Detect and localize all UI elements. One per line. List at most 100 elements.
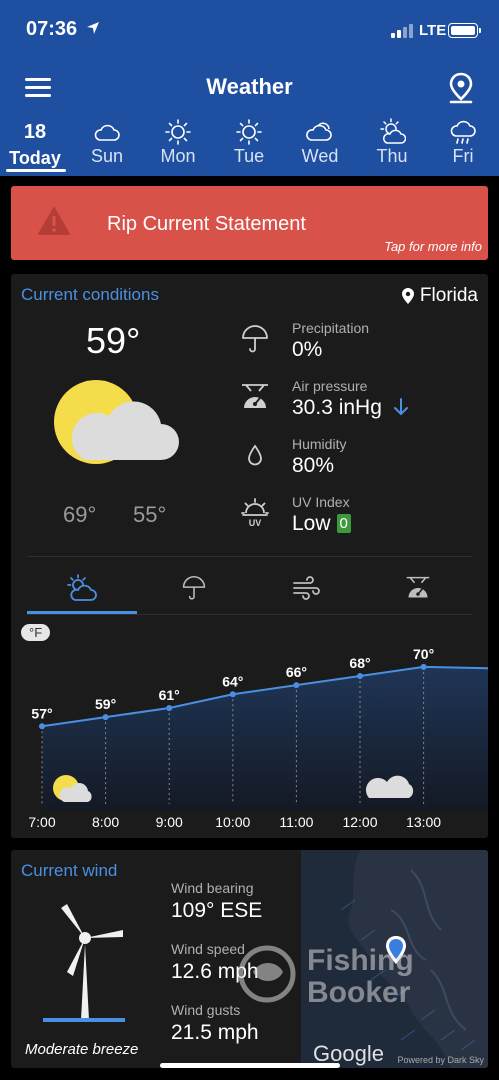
- divider: [27, 614, 472, 615]
- water-drop-icon: [248, 444, 262, 466]
- day-label: Sun: [90, 146, 124, 166]
- battery-icon: [448, 23, 481, 38]
- high-temperature: 69°: [63, 502, 97, 527]
- sun-icon: [165, 119, 191, 145]
- temperature-chart: 57° 7:00 59° 8:00 61° 9:00 64° 10:00 66° 11:00 68°…: [28, 646, 488, 830]
- watermark-line-1: Fishing: [307, 944, 414, 977]
- day-tab-mon[interactable]: Mon: [145, 116, 211, 172]
- chart-tick-label: 8:00: [92, 814, 119, 830]
- location[interactable]: Florida: [401, 285, 478, 307]
- tab-precipitation[interactable]: [139, 566, 249, 610]
- rain-icon: [450, 120, 476, 144]
- day-tab-tue[interactable]: Tue: [216, 116, 282, 172]
- metric-label: UV Index: [292, 494, 350, 510]
- rip-current-alert[interactable]: Rip Current Statement Tap for more info: [11, 186, 488, 260]
- humidity-metric: Humidity 80%: [240, 436, 480, 488]
- metric-label: Precipitation: [292, 320, 370, 336]
- day-date: 18: [23, 121, 47, 143]
- chart-point: [420, 663, 427, 670]
- wind-bearing: Wind bearing 109° ESE: [171, 880, 262, 923]
- partly-sunny-icon: [380, 118, 406, 144]
- alert-hint: Tap for more info: [384, 239, 482, 254]
- day-label: Today: [9, 148, 61, 168]
- low-temperature: 55°: [133, 502, 167, 527]
- chart-data-label: 59°: [95, 696, 116, 712]
- chart-tick-label: 7:00: [28, 814, 55, 830]
- tab-wind[interactable]: [251, 566, 361, 610]
- day-tab-fri[interactable]: Fri: [430, 116, 496, 172]
- app-header: 07:36 LTE Weather 18 Today Sun Mon Tue W…: [0, 0, 499, 176]
- day-tab-thu[interactable]: Thu: [359, 116, 425, 172]
- metric-label: Humidity: [292, 436, 347, 452]
- barometer-icon: [406, 576, 430, 598]
- chart-area: [42, 666, 488, 810]
- chart-data-label: 66°: [286, 664, 307, 680]
- location-arrow-icon: [87, 22, 99, 34]
- day-tab-today[interactable]: 18 Today: [2, 116, 68, 172]
- day-label: Thu: [376, 146, 408, 166]
- section-title: Current wind: [21, 861, 118, 880]
- uv-sun-icon: UV: [241, 498, 269, 528]
- barometer-icon: [242, 384, 268, 408]
- metric-label: Air pressure: [292, 378, 368, 394]
- signal-icon: [391, 24, 415, 38]
- current-wind-card: Current wind Moderate breeze Wind bearin…: [11, 850, 488, 1068]
- arrow-down-icon: [393, 398, 408, 416]
- chart-data-label: 64°: [222, 673, 243, 689]
- wind-turbine-icon: [43, 904, 125, 1022]
- metric-value: 109° ESE: [171, 899, 263, 922]
- chart-tick-label: 13:00: [406, 814, 441, 830]
- current-conditions-card: Current conditions Florida 59° 69° 55° P…: [11, 274, 488, 838]
- chart-tick-label: 12:00: [342, 814, 377, 830]
- location-pin-icon: [401, 288, 414, 304]
- darksky-credit: Powered by Dark Sky: [397, 1055, 484, 1065]
- svg-text:UV: UV: [249, 518, 262, 528]
- page-title: Weather: [206, 74, 293, 99]
- metric-value: Low 0: [292, 512, 351, 536]
- wind-icon: [293, 576, 320, 600]
- current-temperature: 59°: [86, 320, 141, 361]
- sun-icon: [236, 119, 262, 145]
- metric-value: 30.3 inHg: [292, 396, 408, 420]
- partly-sunny-icon: [67, 574, 97, 601]
- uv-badge: 0: [336, 514, 351, 533]
- home-indicator: [160, 1063, 340, 1068]
- chart-point: [166, 705, 173, 711]
- day-label: Tue: [233, 146, 265, 166]
- chart-data-label: 61°: [159, 687, 180, 703]
- day-tab-sun[interactable]: Sun: [74, 116, 140, 172]
- day-label: Wed: [301, 146, 339, 166]
- status-bar: 07:36 LTE: [0, 0, 499, 58]
- watermark-line-2: Booker: [307, 976, 411, 1009]
- chart-tick-label: 9:00: [156, 814, 183, 830]
- location-pin-icon[interactable]: [448, 72, 474, 104]
- chart-point: [357, 673, 363, 679]
- day-tabs: 18 Today Sun Mon Tue Wed Thu Fri: [0, 116, 499, 174]
- alert-title: Rip Current Statement: [107, 213, 306, 235]
- precipitation-metric: Precipitation 0%: [240, 320, 480, 372]
- chart-data-label: 70°: [413, 646, 434, 662]
- network-type: LTE: [419, 22, 447, 39]
- wind-description: Moderate breeze: [25, 1041, 139, 1058]
- metric-label: Wind bearing: [171, 880, 254, 896]
- metric-value: 0%: [292, 338, 323, 361]
- chart-data-label: 68°: [349, 655, 370, 671]
- day-tab-wed[interactable]: Wed: [287, 116, 353, 172]
- status-time: 07:36: [26, 18, 78, 40]
- chart-tick-label: 11:00: [279, 814, 313, 830]
- location-name: Florida: [419, 285, 478, 306]
- day-label: Mon: [160, 146, 196, 166]
- chart-tick-label: 10:00: [215, 814, 250, 830]
- umbrella-icon: [242, 325, 268, 353]
- chart-point: [229, 691, 236, 698]
- unit-toggle[interactable]: °F: [21, 624, 51, 641]
- chart-point: [293, 682, 300, 689]
- divider: [27, 556, 472, 557]
- tab-pressure[interactable]: [363, 566, 473, 610]
- tab-temperature[interactable]: [27, 566, 137, 614]
- metric-value: 21.5 mph: [171, 1021, 259, 1044]
- chart-data-label: 57°: [31, 705, 52, 721]
- warning-icon: [38, 207, 70, 235]
- cloudy-icon: [306, 122, 332, 141]
- fishingbooker-watermark: Fishing Booker: [238, 944, 414, 1009]
